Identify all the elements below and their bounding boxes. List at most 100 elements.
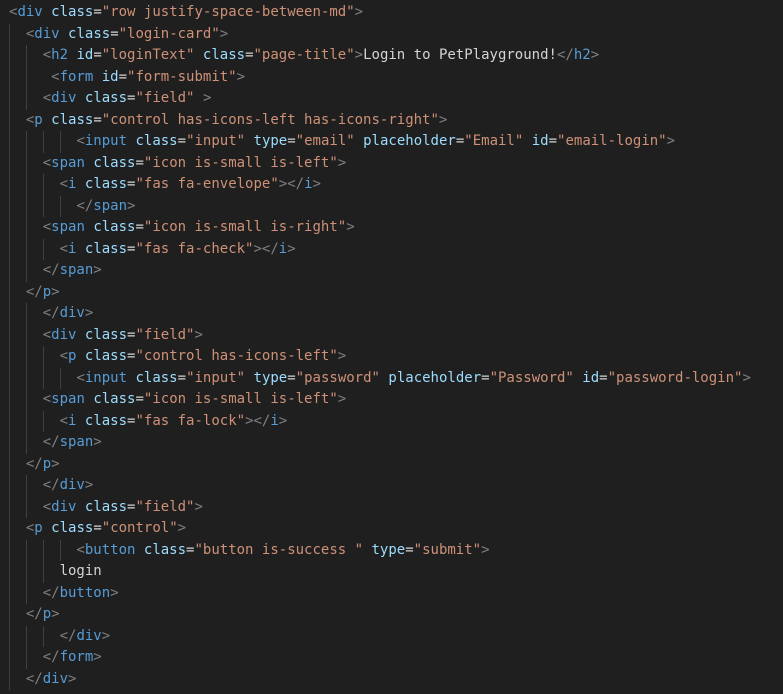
- indent-guide: [25, 389, 27, 411]
- indent-guide: [42, 367, 44, 389]
- token-punctuation: >: [337, 348, 347, 364]
- indent-guide: [9, 496, 10, 518]
- code-line[interactable]: </div>: [60, 626, 111, 648]
- token-attribute-name: class: [84, 326, 128, 343]
- token-tag-name: span: [51, 154, 85, 171]
- token-punctuation: <: [59, 412, 69, 429]
- indent-guide: [25, 496, 27, 518]
- code-line[interactable]: <p class="control has-icons-left">: [60, 346, 347, 368]
- token-attribute-value: "Password": [489, 369, 574, 386]
- code-line[interactable]: <p class="control">: [26, 518, 186, 540]
- token-punctuation: <: [59, 240, 69, 257]
- indent-guide: [9, 346, 10, 368]
- code-line[interactable]: <span class="icon is-small is-left">: [43, 153, 347, 175]
- code-line[interactable]: </p>: [26, 282, 60, 304]
- indent-guide: [9, 539, 10, 561]
- token-tag-name: span: [51, 391, 85, 407]
- code-line[interactable]: </div>: [43, 475, 94, 497]
- indent-guide: [25, 475, 27, 497]
- indent-guide: [25, 152, 27, 174]
- code-line[interactable]: <button class="button is-success " type=…: [76, 540, 489, 562]
- code-editor[interactable]: <div class="row justify-space-between-md…: [0, 0, 783, 694]
- code-line[interactable]: </button>: [43, 583, 119, 605]
- code-line[interactable]: <i class="fas fa-envelope"></i>: [60, 174, 321, 196]
- indent-guide: [9, 475, 10, 497]
- code-line[interactable]: <form id="form-submit">: [51, 67, 245, 89]
- token-punctuation: </: [25, 606, 43, 622]
- token-punctuation: </: [42, 434, 60, 450]
- token-tag-name: button: [59, 584, 111, 601]
- code-line[interactable]: <span class="icon is-small is-right">: [43, 217, 355, 239]
- code-line[interactable]: </div>: [26, 669, 77, 691]
- token-text: =: [93, 4, 102, 20]
- indent-guide: [9, 88, 10, 110]
- code-line[interactable]: <i class="fas fa-lock"></i>: [60, 411, 288, 433]
- token-attribute-name: type: [253, 133, 288, 149]
- token-punctuation: <: [76, 541, 85, 558]
- token-punctuation: >: [84, 305, 94, 321]
- token-punctuation: ></: [278, 176, 305, 192]
- indent-guide: [9, 195, 10, 217]
- token-punctuation: >: [346, 219, 355, 235]
- token-text: =: [599, 369, 608, 386]
- code-line[interactable]: <p class="control has-icons-left has-ico…: [26, 110, 448, 132]
- indent-guide: [59, 367, 61, 389]
- token-tag-name: input: [84, 369, 128, 386]
- code-line[interactable]: </span>: [43, 432, 102, 454]
- code-line[interactable]: <span class="icon is-small is-left">: [43, 389, 347, 411]
- indent-guide: [9, 668, 10, 690]
- indent-guide: [25, 346, 27, 368]
- indent-guide: [25, 625, 27, 647]
- token-attribute-name: class: [143, 541, 187, 558]
- code-line[interactable]: </p>: [26, 604, 60, 626]
- code-line[interactable]: </span>: [76, 196, 135, 218]
- token-attribute-name: class: [202, 47, 246, 63]
- code-line[interactable]: login: [60, 561, 102, 583]
- code-line[interactable]: <div class="row justify-space-between-md…: [9, 2, 363, 24]
- token-punctuation: >: [51, 455, 60, 472]
- token-attribute-value: "Email": [464, 133, 524, 149]
- token-text: =: [135, 219, 144, 235]
- token-attribute-name: placeholder: [363, 133, 456, 149]
- code-line[interactable]: <h2 id="loginText" class="page-title">Lo…: [43, 45, 599, 67]
- code-line[interactable]: <div class="field" >: [43, 88, 212, 110]
- indent-guide: [25, 367, 27, 389]
- code-line[interactable]: </form>: [43, 647, 102, 669]
- indent-guide: [9, 561, 10, 583]
- indent-guide: [42, 131, 44, 153]
- token-text: =: [93, 47, 102, 63]
- code-line[interactable]: <div class="field">: [43, 497, 203, 519]
- token-punctuation: >: [219, 25, 229, 42]
- token-tag-name: span: [59, 434, 94, 450]
- code-line[interactable]: <input class="input" type="password" pla…: [76, 368, 750, 390]
- indent-guide: [9, 582, 10, 604]
- token-punctuation: <: [76, 133, 85, 149]
- token-punctuation: </: [42, 305, 60, 321]
- token-attribute-name: class: [93, 219, 136, 235]
- token-punctuation: >: [278, 412, 288, 429]
- code-line[interactable]: <input class="input" type="email" placeh…: [76, 131, 675, 153]
- token-tag-name: div: [51, 326, 77, 343]
- token-attribute-value: "row justify-space-between-md": [101, 4, 355, 20]
- token-tag-name: i: [304, 176, 313, 192]
- token-attribute-name: class: [135, 369, 178, 386]
- indent-guide: [9, 604, 10, 626]
- token-punctuation: >: [177, 520, 187, 536]
- token-punctuation: <: [42, 154, 52, 171]
- token-punctuation: <: [76, 369, 85, 386]
- code-line[interactable]: </div>: [43, 303, 94, 325]
- token-text: =: [135, 391, 144, 407]
- token-tag-name: i: [278, 240, 288, 257]
- indent-guide: [42, 238, 44, 260]
- token-attribute-name: class: [51, 4, 94, 20]
- code-line[interactable]: </span>: [43, 260, 102, 282]
- token-attribute-name: class: [84, 498, 128, 515]
- code-line[interactable]: <div class="login-card">: [26, 24, 228, 46]
- code-line[interactable]: </p>: [26, 454, 60, 476]
- code-line[interactable]: <div class="field">: [43, 325, 203, 347]
- code-line[interactable]: <i class="fas fa-check"></i>: [60, 239, 296, 261]
